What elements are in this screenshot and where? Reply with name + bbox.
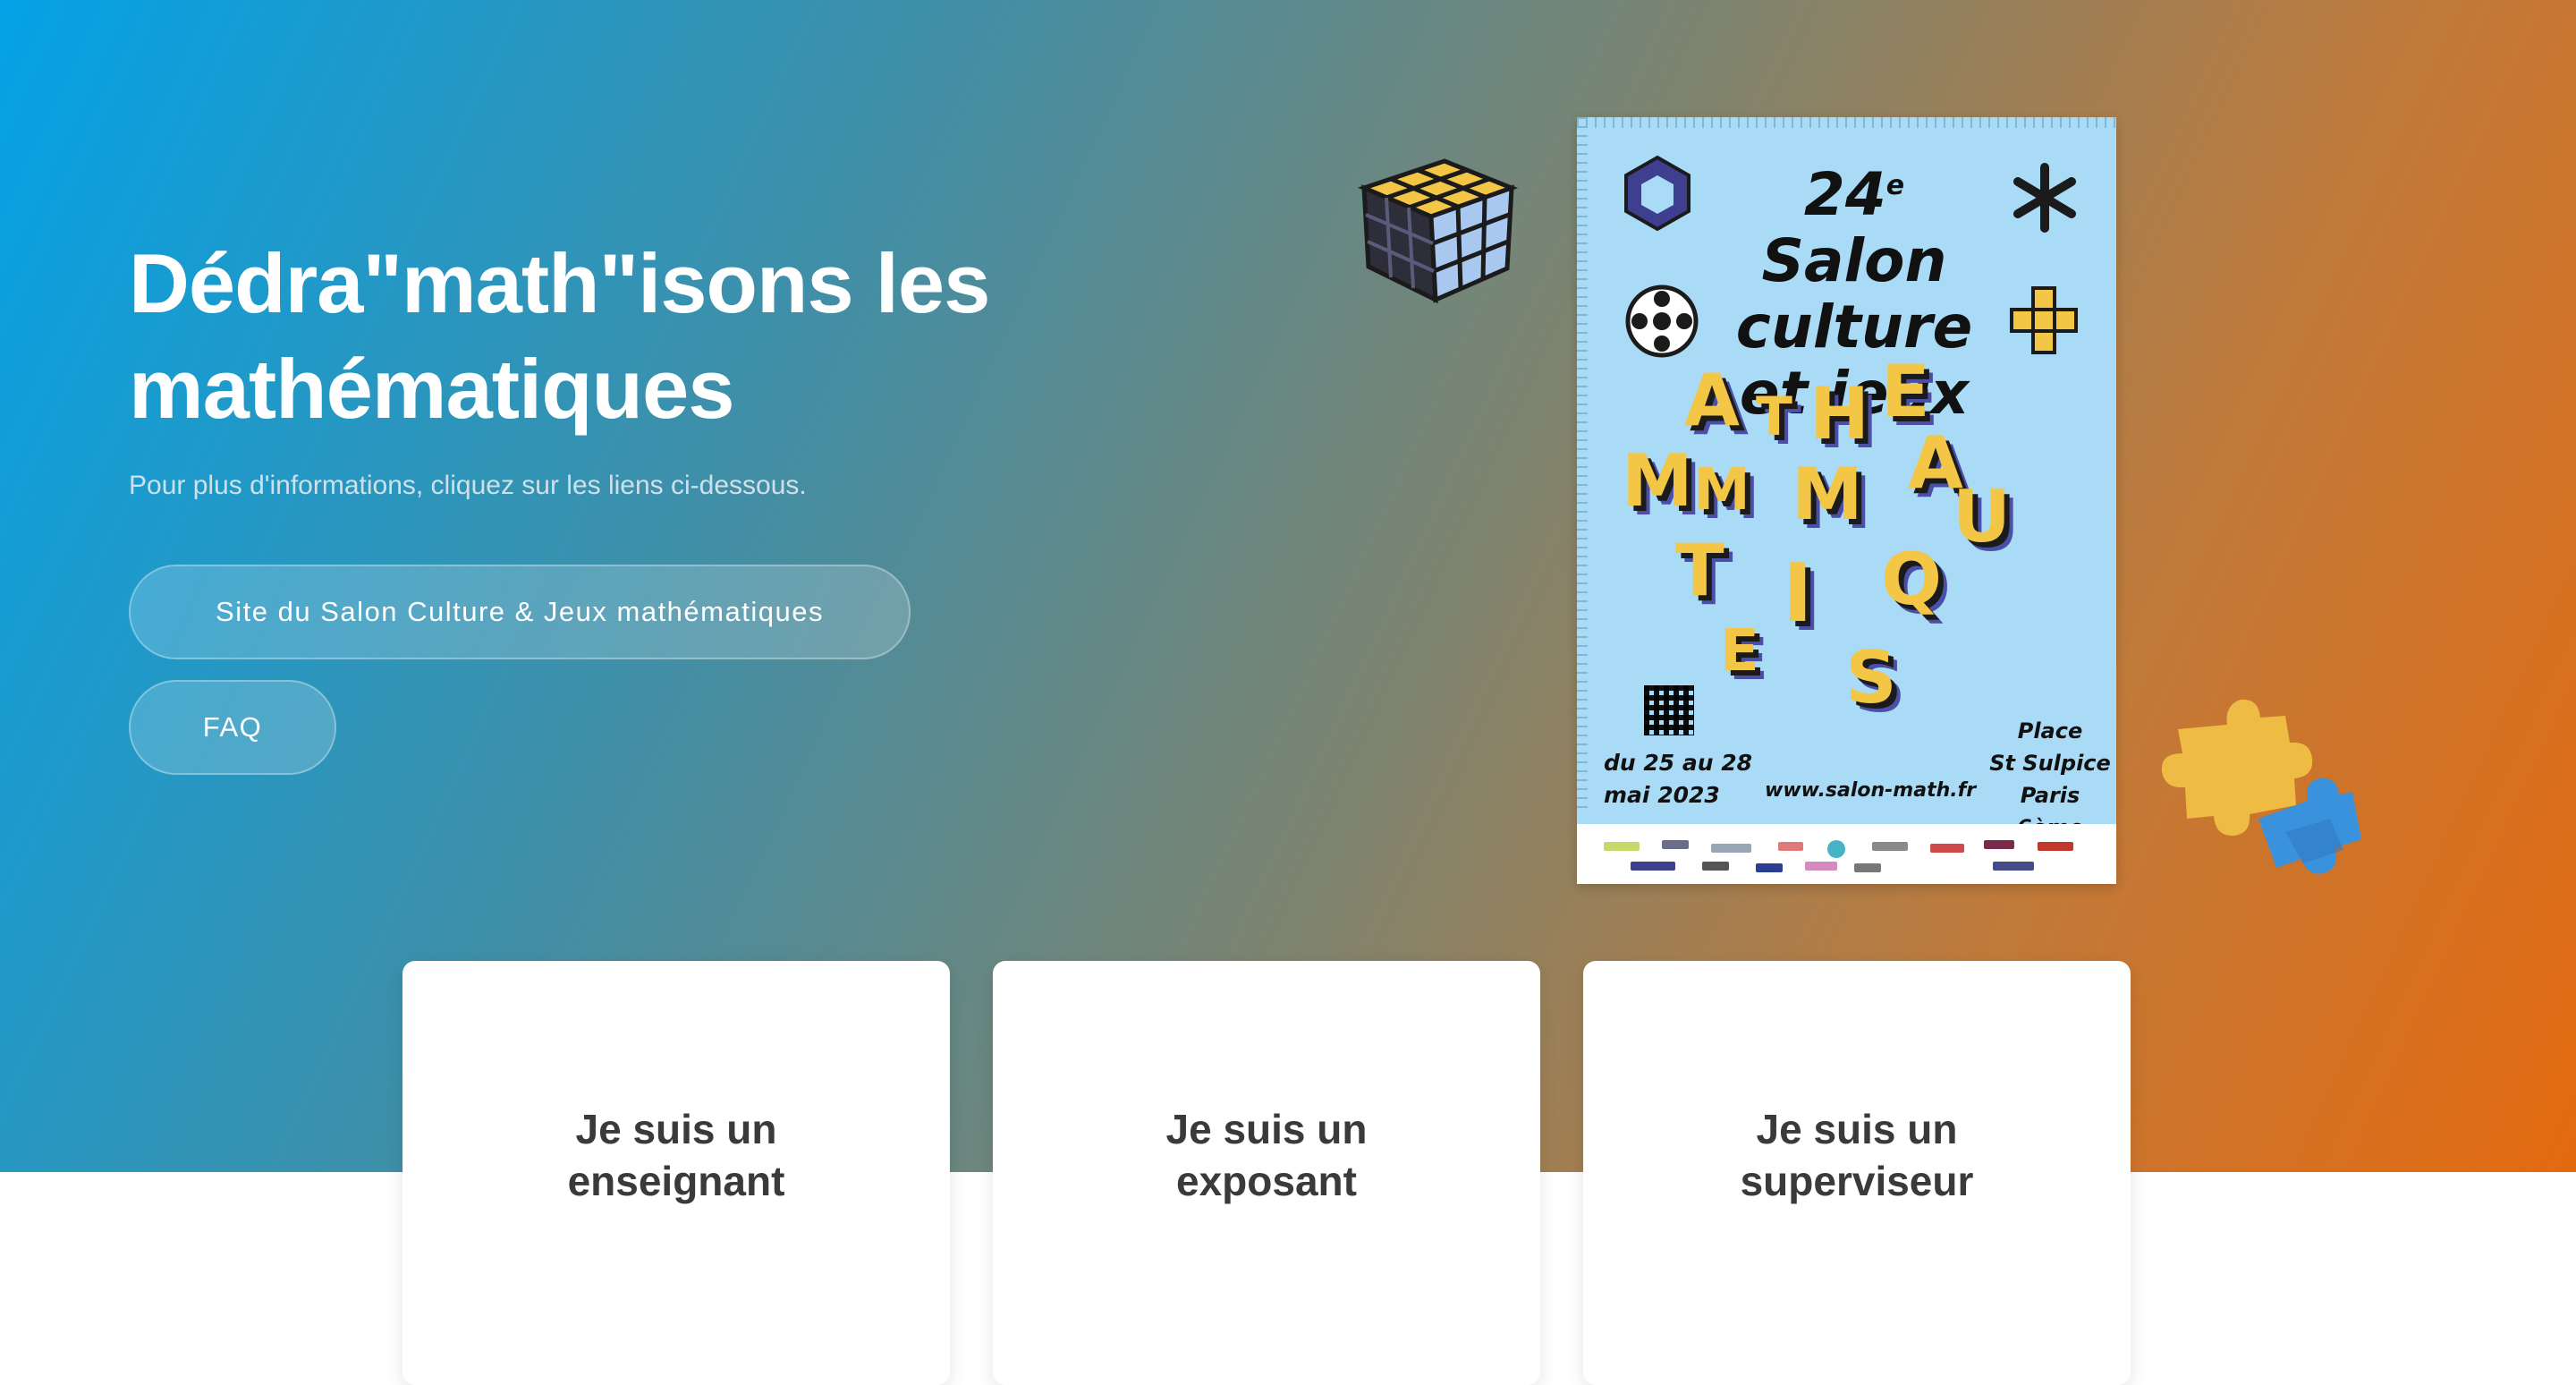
faq-button[interactable]: FAQ	[129, 680, 336, 775]
poster-ruler	[1577, 117, 2116, 128]
poster-letter: Q	[1881, 538, 1943, 621]
poster-letter: E	[1720, 618, 1759, 684]
poster-letter: M	[1693, 457, 1750, 523]
card-title: Je suis un enseignant	[567, 1106, 785, 1204]
qr-code-icon	[1644, 685, 1694, 735]
poster-sponsors-strip	[1577, 824, 2116, 884]
sponsor-logo	[1631, 862, 1675, 871]
poster-letter: A	[1684, 359, 1740, 442]
poster-letter: M	[1792, 453, 1863, 536]
sponsor-logo	[1827, 840, 1845, 858]
hero-subtitle: Pour plus d'informations, cliquez sur le…	[129, 471, 807, 500]
sponsor-logo	[1604, 842, 1640, 851]
hero-title: Dédra"math"isons les mathématiques	[129, 236, 990, 436]
hexagon-logo-icon	[1624, 155, 1690, 232]
sponsor-logo	[1778, 842, 1803, 851]
card-exposant[interactable]: Je suis un exposant	[993, 961, 1540, 1385]
sponsor-logo	[1805, 862, 1837, 871]
sponsor-logo	[1984, 840, 2014, 849]
sponsor-logo	[1930, 844, 1964, 853]
poster-letter: I	[1783, 547, 1813, 641]
poster-dates: du 25 au 28 mai 2023	[1604, 750, 1753, 808]
card-enseignant[interactable]: Je suis un enseignant	[402, 961, 950, 1385]
salon-site-button[interactable]: Site du Salon Culture & Jeux mathématiqu…	[129, 565, 911, 659]
card-title: Je suis un exposant	[1165, 1106, 1368, 1204]
flower-icon	[1625, 285, 1699, 358]
sponsor-logo	[1993, 862, 2034, 871]
poster-letter: H	[1809, 372, 1869, 455]
sponsor-logo	[1711, 844, 1751, 853]
poster-ruler	[1577, 117, 1588, 815]
sponsor-logo	[1872, 842, 1908, 851]
sponsor-logo	[2038, 842, 2073, 851]
sponsor-logo	[1854, 863, 1881, 872]
card-superviseur[interactable]: Je suis un superviseur	[1583, 961, 2131, 1385]
sponsor-logo	[1756, 863, 1783, 872]
salon-poster: 24e Salon culture et jeux A T H E M A M …	[1577, 117, 2116, 884]
poster-letter: S	[1845, 636, 1897, 719]
puzzle-pieces-icon	[2161, 699, 2361, 874]
sponsor-logo	[1702, 862, 1729, 871]
rubiks-cube-icon	[1357, 158, 1519, 304]
poster-letter: T	[1675, 529, 1724, 612]
poster-letter: T	[1756, 386, 1792, 448]
sponsor-logo	[1662, 840, 1689, 849]
snowflake-icon	[2013, 163, 2076, 233]
poster-url: www.salon-math.fr	[1765, 779, 1977, 802]
card-title: Je suis un superviseur	[1740, 1106, 1974, 1204]
poster-letter: U	[1953, 475, 2011, 558]
role-cards: Je suis un enseignant Je suis un exposan…	[402, 961, 2131, 1385]
poster-letter: M	[1622, 439, 1693, 523]
cube-cluster-icon	[2010, 286, 2078, 354]
